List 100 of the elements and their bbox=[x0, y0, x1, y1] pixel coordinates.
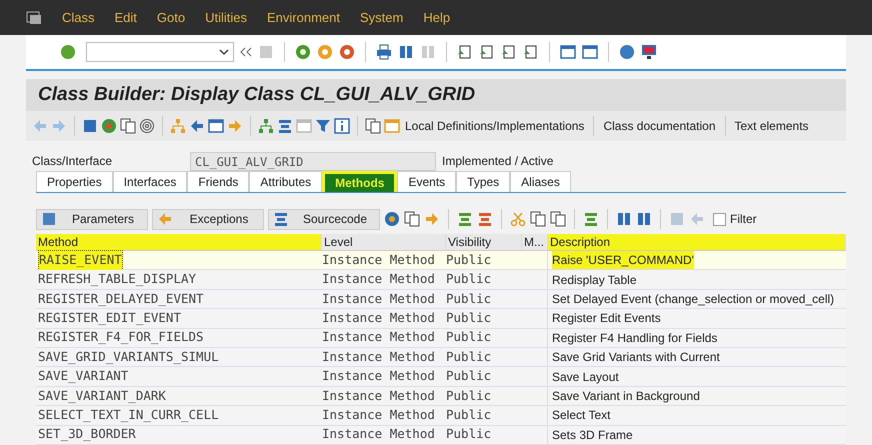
class-field[interactable]: CL_GUI_ALV_GRID bbox=[190, 152, 436, 171]
page-icon[interactable] bbox=[457, 44, 473, 60]
square-icon[interactable] bbox=[41, 211, 57, 228]
code-icon[interactable] bbox=[273, 211, 289, 228]
column-header[interactable]: Description bbox=[548, 234, 846, 250]
table-cell-text: Instance Method bbox=[322, 290, 435, 308]
table-cell-text: Public bbox=[446, 348, 492, 366]
table-cell-text: Instance Method bbox=[322, 425, 435, 444]
table-cell-text: REFRESH_TABLE_DISPLAY bbox=[38, 270, 196, 288]
window-icon[interactable] bbox=[560, 44, 576, 60]
table-cell-text: Public bbox=[446, 367, 492, 386]
column-header[interactable]: Level bbox=[322, 234, 446, 250]
table-cell-text: SELECT_TEXT_IN_CURR_CELL bbox=[38, 406, 219, 424]
window-title: Class Builder: Display Class CL_GUI_ALV_GRID bbox=[38, 82, 476, 107]
collapse-icon[interactable] bbox=[240, 47, 252, 57]
cancel-icon[interactable] bbox=[339, 44, 355, 60]
table-cell-text: Instance Method bbox=[322, 406, 435, 424]
toolbar-button[interactable]: Text elements bbox=[732, 117, 811, 136]
toolbar-button[interactable]: Parameters bbox=[36, 208, 148, 230]
table-cell-text: SAVE_VARIANT_DARK bbox=[38, 386, 166, 405]
tab[interactable]: Events bbox=[397, 170, 456, 192]
table-cell-text: REGISTER_DELAYED_EVENT bbox=[38, 290, 204, 308]
table-cell-text: Sets 3D Frame bbox=[552, 426, 633, 444]
table-cell-text: Save Grid Variants with Current bbox=[552, 349, 720, 366]
column-header[interactable]: Method bbox=[36, 234, 322, 250]
status-text: Implemented / Active bbox=[442, 153, 554, 170]
table-cell-text: SET_3D_BORDER bbox=[38, 425, 136, 444]
tab[interactable]: Types bbox=[456, 170, 510, 192]
toolbar-button[interactable]: Exceptions bbox=[152, 208, 264, 230]
table-cell-text: Instance Method bbox=[322, 328, 435, 346]
table-cell-text: Public bbox=[446, 328, 492, 346]
menu-item[interactable]: Class bbox=[62, 8, 95, 28]
dropdown-icon[interactable] bbox=[219, 48, 229, 56]
page-icon[interactable] bbox=[501, 44, 517, 60]
table-cell: Raise 'USER_COMMAND' bbox=[552, 251, 694, 270]
filter-checkbox[interactable] bbox=[713, 212, 726, 226]
info-icon[interactable] bbox=[334, 118, 350, 134]
table-cell: RAISE_EVENT bbox=[38, 250, 123, 271]
field-label: Class/Interface bbox=[32, 153, 114, 170]
table-cell-text: Register Edit Events bbox=[552, 310, 661, 328]
help-icon[interactable] bbox=[619, 44, 635, 60]
table-cell-text: Instance Method bbox=[322, 250, 435, 269]
table-cell-text: Select Text bbox=[552, 407, 610, 424]
insert-row-icon[interactable] bbox=[457, 211, 473, 228]
table-cell-text: Redisplay Table bbox=[552, 272, 636, 289]
table-cell-text: Public bbox=[446, 290, 492, 308]
copy-icon[interactable] bbox=[120, 118, 136, 134]
tab[interactable]: Aliases bbox=[510, 170, 571, 192]
table-cell-text: Save Layout bbox=[552, 368, 619, 386]
filter-icon[interactable] bbox=[315, 118, 331, 134]
paste-icon[interactable] bbox=[550, 211, 566, 228]
table-cell-text: Public bbox=[446, 406, 492, 424]
column-header[interactable]: Visibility bbox=[446, 234, 522, 250]
tab[interactable]: Interfaces bbox=[112, 170, 188, 192]
monitor-icon[interactable] bbox=[641, 44, 657, 60]
table-cell-text: SAVE_GRID_VARIANTS_SIMUL bbox=[38, 348, 219, 366]
spiral-icon[interactable] bbox=[139, 118, 155, 134]
toolbar-button[interactable]: Class documentation bbox=[601, 117, 718, 136]
delete-row-icon[interactable] bbox=[477, 211, 493, 228]
page-icon[interactable] bbox=[479, 44, 495, 60]
table-cell-text: Public bbox=[446, 386, 492, 405]
menu-item[interactable]: Goto bbox=[156, 8, 186, 28]
table-cell-text: Save Variant in Background bbox=[552, 388, 700, 406]
menu-icon[interactable] bbox=[26, 10, 42, 24]
table-cell-text: Instance Method bbox=[322, 367, 435, 386]
page-icon[interactable] bbox=[523, 44, 539, 60]
print-icon[interactable] bbox=[376, 44, 392, 60]
table-cell-text: Instance Method bbox=[322, 309, 435, 328]
table-cell-text: Register F4 Handling for Fields bbox=[552, 330, 718, 347]
enter-icon[interactable] bbox=[60, 44, 76, 60]
tab[interactable]: Attributes bbox=[249, 170, 322, 192]
lines-icon[interactable] bbox=[583, 211, 599, 228]
tab[interactable]: Methods bbox=[322, 170, 398, 192]
hierarchy-icon[interactable] bbox=[258, 118, 274, 134]
menu-item[interactable]: Environment bbox=[267, 8, 340, 28]
frame-icon[interactable] bbox=[208, 118, 224, 134]
table-cell-text: Public bbox=[446, 309, 492, 328]
toolbar-button[interactable]: Sourcecode bbox=[268, 208, 380, 230]
copy-icon[interactable] bbox=[530, 211, 546, 228]
lines-icon[interactable] bbox=[277, 118, 293, 134]
menu-item[interactable]: Edit bbox=[114, 8, 137, 28]
menu-item[interactable]: Help bbox=[423, 8, 450, 28]
toolbar-button[interactable]: Local Definitions/Implementations bbox=[403, 117, 586, 136]
copy-icon[interactable] bbox=[404, 211, 420, 228]
tab[interactable]: Friends bbox=[187, 170, 250, 192]
table-cell-text: Set Delayed Event (change_selection or moved_cell) bbox=[552, 291, 834, 308]
tab[interactable]: Properties bbox=[36, 170, 113, 192]
back-icon[interactable] bbox=[295, 44, 311, 60]
table-cell-text: REGISTER_EDIT_EVENT bbox=[38, 309, 181, 328]
table-cell-text: Instance Method bbox=[322, 386, 435, 405]
command-field[interactable] bbox=[86, 42, 234, 62]
menu-item[interactable]: Utilities bbox=[205, 8, 248, 28]
table-cell-text: Instance Method bbox=[322, 348, 435, 366]
table-cell-text: Public bbox=[446, 425, 492, 444]
checkbox-label: Filter bbox=[730, 211, 757, 228]
menu-item[interactable]: System bbox=[360, 8, 404, 28]
table-cell-text: Public bbox=[446, 250, 492, 269]
table-cell-text: SAVE_VARIANT bbox=[38, 367, 128, 386]
window-icon[interactable] bbox=[582, 44, 598, 60]
table-cell-text: Public bbox=[446, 270, 492, 288]
